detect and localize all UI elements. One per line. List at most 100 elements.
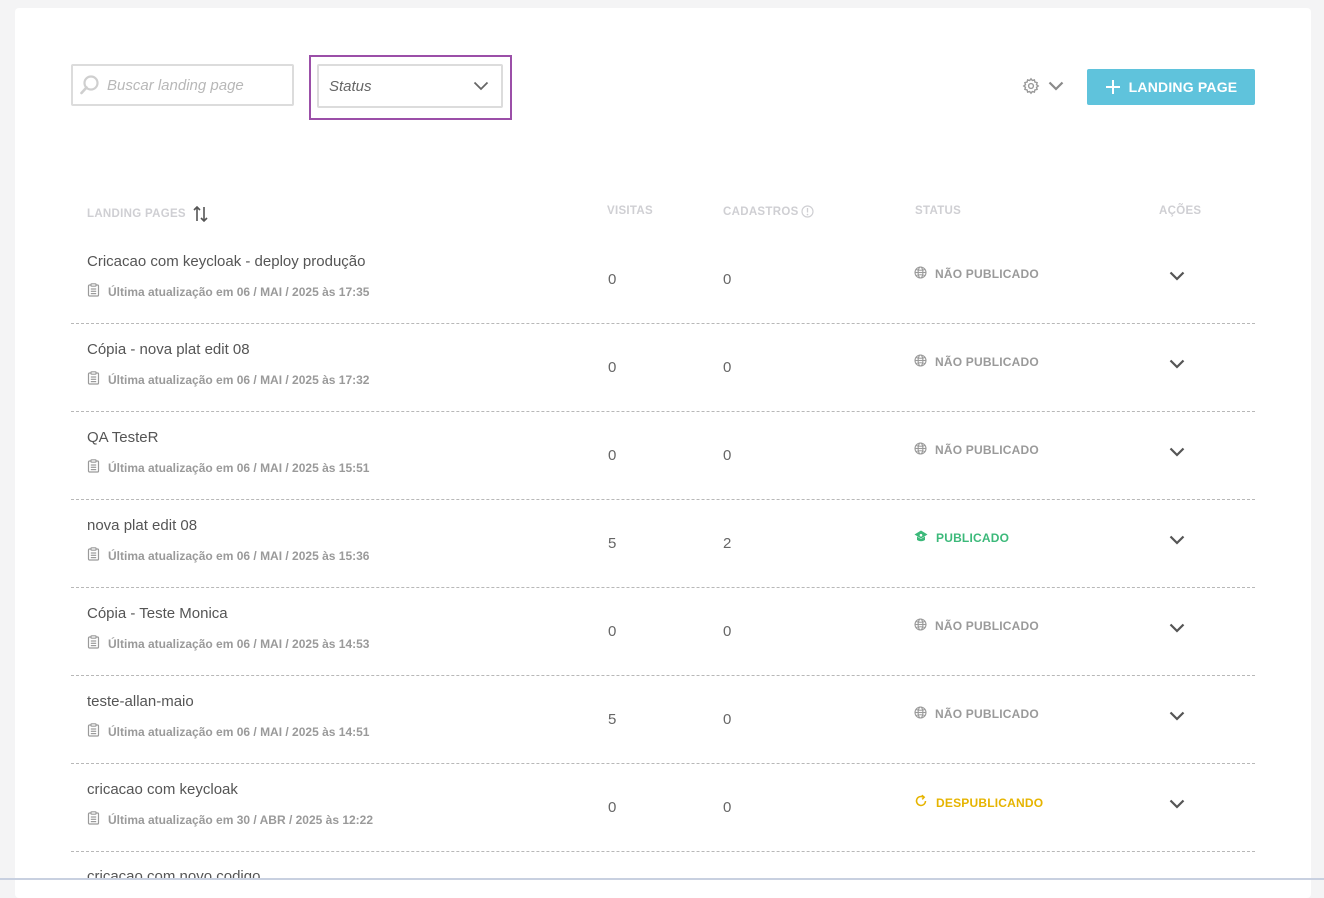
table-row[interactable]: Cópia - Teste Monica Última atualização e… xyxy=(71,588,1255,676)
add-landing-page-label: LANDING PAGE xyxy=(1128,79,1238,95)
table-row[interactable]: teste-allan-maio Última atualização em 06… xyxy=(71,676,1255,764)
column-header-visits: VISITAS xyxy=(607,205,653,217)
last-updated: Última atualização em 06 / MAI / 2025 às… xyxy=(87,723,369,740)
last-updated: Última atualização em 06 / MAI / 2025 às… xyxy=(87,635,369,652)
column-header-actions: AÇÕES xyxy=(1159,205,1202,217)
settings-menu[interactable] xyxy=(1022,77,1064,95)
clipboard-icon xyxy=(87,459,100,476)
last-updated-text: Última atualização em 06 / MAI / 2025 às… xyxy=(108,460,370,475)
chevron-down-icon xyxy=(1169,535,1185,545)
globe-icon xyxy=(914,442,927,458)
clipboard-icon xyxy=(87,283,100,300)
chevron-down-icon xyxy=(1169,271,1185,281)
row-actions-toggle[interactable] xyxy=(1169,620,1185,638)
column-header-signups: CADASTROS xyxy=(723,205,814,218)
table-row[interactable]: Cópia - nova plat edit 08 Última atualiza… xyxy=(71,324,1255,412)
status-badge: NÃO PUBLICADO xyxy=(914,618,1039,634)
status-badge: NÃO PUBLICADO xyxy=(914,266,1039,282)
status-text: DESPUBLICANDO xyxy=(936,795,1044,810)
chevron-down-icon xyxy=(473,81,489,91)
signups-count: 0 xyxy=(723,799,732,816)
row-actions-toggle[interactable] xyxy=(1169,796,1185,814)
chevron-down-icon xyxy=(1169,359,1185,369)
visits-count: 0 xyxy=(608,623,617,640)
table-row[interactable]: QA TesteR Última atualização em 06 / MAI … xyxy=(71,412,1255,500)
landing-page-name[interactable]: Cópia - Teste Monica xyxy=(87,605,228,622)
search-icon xyxy=(80,75,99,95)
column-header-landing-pages[interactable]: LANDING PAGES xyxy=(87,205,209,223)
add-landing-page-button[interactable]: LANDING PAGE xyxy=(1087,69,1255,105)
landing-page-name[interactable]: nova plat edit 08 xyxy=(87,517,197,534)
globe-icon xyxy=(914,266,927,282)
chevron-down-icon xyxy=(1169,447,1185,457)
row-actions-toggle[interactable] xyxy=(1169,444,1185,462)
row-actions-toggle[interactable] xyxy=(1169,268,1185,286)
last-updated-text: Última atualização em 06 / MAI / 2025 às… xyxy=(108,724,370,739)
row-actions-toggle[interactable] xyxy=(1169,708,1185,726)
signups-count: 0 xyxy=(723,711,732,728)
last-updated: Última atualização em 30 / ABR / 2025 às… xyxy=(87,811,373,828)
status-filter-placeholder: Status xyxy=(329,77,372,95)
row-actions-toggle[interactable] xyxy=(1169,356,1185,374)
status-text: PUBLICADO xyxy=(936,531,1010,545)
visits-count: 0 xyxy=(608,447,617,464)
last-updated-text: Última atualização em 30 / ABR / 2025 às… xyxy=(108,812,374,827)
search-box[interactable] xyxy=(71,64,294,106)
published-icon xyxy=(914,530,928,546)
refresh-icon xyxy=(914,794,928,811)
last-updated: Última atualização em 06 / MAI / 2025 às… xyxy=(87,371,369,388)
landing-page-name[interactable]: Cricacao com keycloak - deploy produção xyxy=(87,253,365,270)
last-updated-text: Última atualização em 06 / MAI / 2025 às… xyxy=(108,636,370,651)
search-input[interactable] xyxy=(107,76,282,94)
gear-icon xyxy=(1022,77,1040,95)
clipboard-icon xyxy=(87,371,100,388)
status-text: NÃO PUBLICADO xyxy=(935,355,1039,369)
last-updated: Última atualização em 06 / MAI / 2025 às… xyxy=(87,547,369,564)
landing-page-name[interactable]: teste-allan-maio xyxy=(87,693,194,710)
clipboard-icon xyxy=(87,723,100,740)
last-updated: Última atualização em 06 / MAI / 2025 às… xyxy=(87,283,369,300)
landing-page-name[interactable]: cricacao com keycloak xyxy=(87,781,238,798)
info-icon[interactable] xyxy=(800,205,814,218)
visits-count: 0 xyxy=(608,271,617,288)
plus-icon xyxy=(1105,80,1120,94)
chevron-down-icon xyxy=(1169,711,1185,721)
clipboard-icon xyxy=(87,547,100,564)
table-row[interactable]: Cricacao com keycloak - deploy produção Ú… xyxy=(71,236,1255,324)
globe-icon xyxy=(914,618,927,634)
status-badge: PUBLICADO xyxy=(914,530,1009,546)
signups-count: 0 xyxy=(723,447,732,464)
clipboard-icon xyxy=(87,811,100,828)
signups-count: 0 xyxy=(723,623,732,640)
sort-icon[interactable] xyxy=(192,205,209,223)
visits-count: 0 xyxy=(608,799,617,816)
globe-icon xyxy=(914,354,927,370)
clipboard-icon xyxy=(87,635,100,652)
status-badge: NÃO PUBLICADO xyxy=(914,442,1039,458)
signups-count: 0 xyxy=(723,271,732,288)
row-actions-toggle[interactable] xyxy=(1169,532,1185,550)
last-updated-text: Última atualização em 06 / MAI / 2025 às… xyxy=(108,548,370,563)
visits-count: 0 xyxy=(608,359,617,376)
column-header-status: STATUS xyxy=(915,205,962,217)
status-text: NÃO PUBLICADO xyxy=(935,619,1039,633)
status-badge: NÃO PUBLICADO xyxy=(914,706,1039,722)
chevron-down-icon xyxy=(1169,623,1185,633)
status-text: NÃO PUBLICADO xyxy=(935,443,1039,457)
landing-page-name[interactable]: Cópia - nova plat edit 08 xyxy=(87,341,250,358)
signups-count: 2 xyxy=(723,535,732,552)
visits-count: 5 xyxy=(608,535,617,552)
last-updated-text: Última atualização em 06 / MAI / 2025 às… xyxy=(108,284,370,299)
globe-icon xyxy=(914,706,927,722)
status-text: NÃO PUBLICADO xyxy=(935,707,1039,721)
table-row[interactable]: nova plat edit 08 Última atualização em 0… xyxy=(71,500,1255,588)
status-badge: DESPUBLICANDO xyxy=(914,794,1043,811)
visits-count: 5 xyxy=(608,711,617,728)
last-updated: Última atualização em 06 / MAI / 2025 às… xyxy=(87,459,369,476)
signups-count: 0 xyxy=(723,359,732,376)
status-filter-select[interactable]: Status xyxy=(317,64,503,108)
last-updated-text: Última atualização em 06 / MAI / 2025 às… xyxy=(108,372,370,387)
landing-page-name[interactable]: QA TesteR xyxy=(87,429,158,446)
table-row[interactable]: cricacao com keycloak Última atualização … xyxy=(71,764,1255,852)
status-badge: NÃO PUBLICADO xyxy=(914,354,1039,370)
